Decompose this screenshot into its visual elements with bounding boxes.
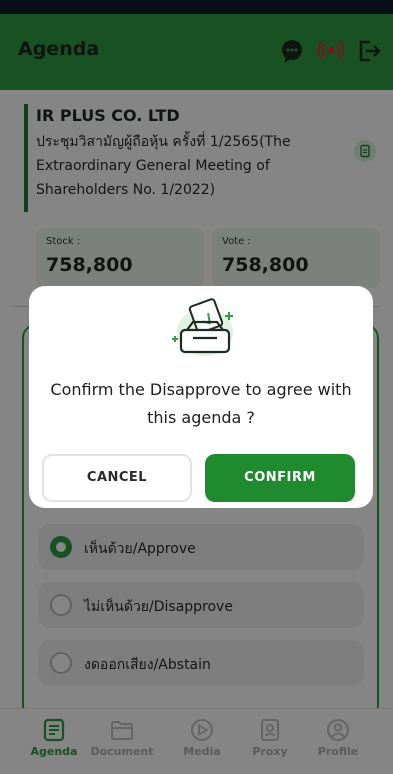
dialog-message: Confirm the Disapprove to agree with thi… [50, 380, 352, 427]
confirm-button[interactable]: CONFIRM [205, 454, 355, 502]
confirm-dialog: Confirm the Disapprove to agree with thi… [29, 286, 373, 508]
ballot-box-icon [172, 298, 233, 356]
cancel-button[interactable]: CANCEL [42, 454, 192, 502]
